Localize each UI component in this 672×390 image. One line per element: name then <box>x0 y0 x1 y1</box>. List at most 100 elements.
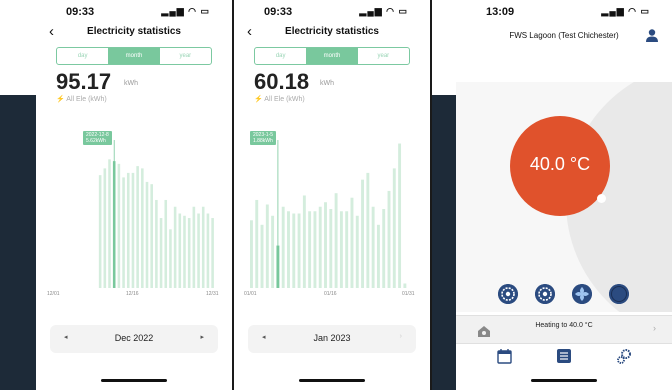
chart-bar[interactable] <box>206 213 210 288</box>
total-value: 95.17 <box>56 69 112 94</box>
signal-wifi-battery-icon: ▂▄▆ ◠ ▭ <box>601 6 650 16</box>
status-time: 09:33 <box>264 6 293 18</box>
chart-bar[interactable] <box>376 224 380 288</box>
settings-gear-button[interactable] <box>535 284 555 304</box>
chart-bar[interactable] <box>371 206 375 288</box>
chart-bar[interactable] <box>141 168 144 288</box>
heating-status-bar[interactable]: Heating to 40.0 °C › <box>456 315 672 344</box>
chart-bar[interactable] <box>250 220 253 288</box>
power-button[interactable] <box>609 284 629 304</box>
phone-screen-january: 09:33 ▂▄▆ ◠ ▭ ‹ Electricity statistics d… <box>234 0 430 390</box>
fan-button[interactable] <box>572 284 592 304</box>
chart-legend: ⚡ All Ele (kWh) <box>254 95 305 103</box>
chart-bar[interactable] <box>297 213 301 288</box>
chart-bar[interactable] <box>345 211 349 288</box>
chart-bar[interactable] <box>265 204 269 288</box>
x-tick-label: 12/01 <box>47 291 60 297</box>
phone-screen-december: 09:33 ▂▄▆ ◠ ▭ ‹ Electricity statistics d… <box>36 0 232 390</box>
chart-bar[interactable] <box>197 213 200 288</box>
x-tick-label: 01/01 <box>244 291 257 297</box>
chart-bar[interactable] <box>361 179 365 288</box>
chart-bar[interactable] <box>403 283 407 288</box>
next-period-button[interactable]: ▸ <box>200 333 204 341</box>
bolt-icon: ⚡ <box>254 96 263 103</box>
chart-bar[interactable] <box>302 195 306 288</box>
chart-bar[interactable] <box>150 184 153 288</box>
chart-bar[interactable] <box>287 211 290 288</box>
tab-year[interactable]: year <box>160 48 211 64</box>
chart-bar[interactable] <box>173 206 177 288</box>
chart-bar[interactable] <box>178 213 182 288</box>
tab-year[interactable]: year <box>358 48 409 64</box>
chart-bar[interactable] <box>187 218 191 288</box>
chart-bar[interactable] <box>334 193 338 288</box>
tooltip-value: 1.88kWh <box>253 138 273 144</box>
tab-day[interactable]: day <box>57 48 108 64</box>
chart-bar[interactable] <box>164 199 168 288</box>
chart-bar[interactable] <box>387 190 391 288</box>
next-period-button[interactable]: › <box>400 333 402 340</box>
chart-bar[interactable] <box>318 206 322 288</box>
tab-month[interactable]: month <box>306 48 358 64</box>
chart-bar[interactable] <box>122 177 125 288</box>
chart-bar[interactable] <box>201 206 205 288</box>
date-selector: ◂ Dec 2022 ▸ <box>50 325 218 353</box>
calendar-icon[interactable] <box>497 348 513 364</box>
chart-bar[interactable] <box>324 202 327 288</box>
chart-bar[interactable] <box>329 209 333 288</box>
list-icon[interactable] <box>556 348 572 364</box>
chart-bar[interactable] <box>392 168 396 288</box>
gauge-handle[interactable] <box>597 194 606 203</box>
chart-bar[interactable] <box>145 181 149 288</box>
chart-bar[interactable] <box>308 211 312 288</box>
chart-bar[interactable] <box>313 211 317 288</box>
chart-bar[interactable] <box>366 172 370 288</box>
legend-label: All Ele (kWh) <box>264 96 305 103</box>
total-unit: kWh <box>124 80 138 87</box>
status-time: 09:33 <box>66 6 95 18</box>
mode-gear-button[interactable] <box>498 284 518 304</box>
status-bar: 13:09 ▂▄▆ ◠ ▭ <box>456 4 672 20</box>
chart-bar[interactable] <box>355 215 359 288</box>
back-icon[interactable]: ‹ <box>247 23 252 40</box>
date-selector: ◂ Jan 2023 › <box>248 325 416 353</box>
nav-bar: ‹ Electricity statistics <box>36 23 232 46</box>
chart-bar[interactable] <box>108 159 111 288</box>
chart-bar[interactable] <box>131 172 135 288</box>
chart-bar[interactable] <box>292 213 296 288</box>
chart-bar[interactable] <box>103 168 107 288</box>
back-icon[interactable]: ‹ <box>49 23 54 40</box>
signal-wifi-battery-icon: ▂▄▆ ◠ ▭ <box>359 6 408 16</box>
settings-gears-icon[interactable] <box>616 348 632 364</box>
chart-bar[interactable] <box>183 215 186 288</box>
page-title: Electricity statistics <box>87 26 181 37</box>
tab-day[interactable]: day <box>255 48 306 64</box>
chart-bar[interactable] <box>159 218 163 288</box>
chart-bar[interactable] <box>136 166 139 288</box>
chevron-right-icon: › <box>653 323 656 333</box>
x-tick-label: 12/31 <box>206 291 219 297</box>
chart-bar[interactable] <box>117 163 121 288</box>
temperature-gauge[interactable]: 40.0 °C <box>510 116 610 216</box>
chart-bar[interactable] <box>255 199 259 288</box>
chart-bar[interactable] <box>98 175 102 288</box>
chart-bar[interactable] <box>192 206 196 288</box>
chart-bar[interactable] <box>398 143 402 288</box>
chart-bar[interactable] <box>350 197 354 288</box>
chart-bar[interactable] <box>155 199 158 288</box>
chart-bar[interactable] <box>339 211 343 288</box>
chart-bar[interactable] <box>260 224 264 288</box>
chart-bar[interactable] <box>211 218 214 288</box>
chart-bar[interactable] <box>281 206 285 288</box>
x-tick-label: 12/16 <box>126 291 139 297</box>
chart-bar[interactable] <box>271 215 275 288</box>
page-title: Electricity statistics <box>285 26 379 37</box>
tab-month[interactable]: month <box>108 48 160 64</box>
legend-label: All Ele (kWh) <box>66 96 107 103</box>
chart-bar[interactable] <box>126 172 130 288</box>
chart-bar[interactable] <box>169 229 172 288</box>
x-tick-label: 01/16 <box>324 291 337 297</box>
user-icon[interactable] <box>645 28 659 42</box>
chart-bar[interactable] <box>382 209 386 288</box>
temperature-value: 40.0 °C <box>529 154 591 174</box>
